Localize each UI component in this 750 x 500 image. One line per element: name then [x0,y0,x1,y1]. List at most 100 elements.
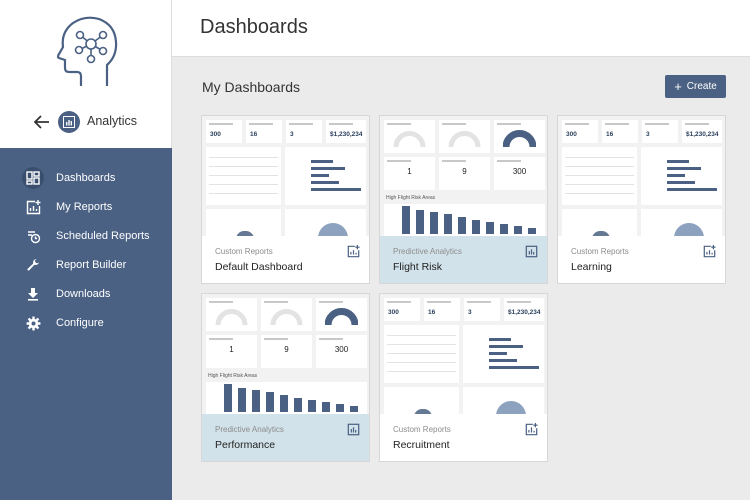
card-type: Custom Reports [571,247,629,256]
sidebar-item-configure[interactable]: Configure [0,310,172,336]
kpi-tile: $1,230,234 [504,298,544,321]
table-widget [562,147,637,205]
count-widget: 300 [494,157,545,190]
kpi-tile: 300 [562,120,598,143]
risk-areas-widget [206,382,367,414]
distribution-widget [562,209,637,236]
dashboard-card[interactable]: 300 16 3 $1,230,234 Custom Reports Learn… [557,115,726,284]
card-footer: Predictive Analytics Performance [202,414,369,461]
kpi-value: $1,230,234 [330,131,363,138]
sidebar-item-report-builder[interactable]: Report Builder [0,252,172,278]
create-label: Create [686,81,717,92]
count-value: 1 [229,345,234,354]
bar-widget [641,147,722,205]
count-widget: 9 [439,157,490,190]
count-value: 1 [407,167,412,176]
plus-icon: + [674,79,682,94]
kpi-tile: 3 [642,120,678,143]
sidebar-item-label: Report Builder [56,259,127,271]
gauge-widget [494,120,545,153]
dashboard-grid-icon [22,167,44,189]
kpi-value: 16 [606,131,614,138]
sidebar-item-scheduled-reports[interactable]: Scheduled Reports [0,223,172,249]
dashboard-card[interactable]: 1 9 300 High Flight Risk Areas Predictiv… [201,293,370,462]
kpi-tile: $1,230,234 [326,120,366,143]
kpi-value: 3 [468,309,472,316]
card-footer: Custom Reports Default Dashboard [202,236,369,283]
gauge-widget [261,298,312,331]
kpi-tile: 3 [464,298,500,321]
count-value: 9 [284,345,289,354]
count-widget: 300 [316,335,367,368]
brain-network-logo [56,16,118,86]
sidebar-item-downloads[interactable]: Downloads [0,281,172,307]
kpi-value: 16 [250,131,258,138]
table-widget [206,147,281,205]
card-type: Predictive Analytics [393,247,462,256]
kpi-value: 3 [646,131,650,138]
kpi-tile: 16 [424,298,460,321]
areas-title: High Flight Risk Areas [386,195,436,201]
dashboard-card[interactable]: 300 16 3 $1,230,234 Custom Reports Recru… [379,293,548,462]
count-value: 300 [334,345,349,354]
tenure-widget [285,209,366,236]
report-chart-icon [525,245,538,258]
kpi-tile: 16 [602,120,638,143]
kpi-value: 300 [210,131,221,138]
dashboard-card[interactable]: 300 16 3 $1,230,234 Custom Reports Defau… [201,115,370,284]
gauge-widget [316,298,367,331]
dashboard-card[interactable]: 1 9 300 High Flight Risk Areas Predictiv… [379,115,548,284]
app-switcher: Analytics [0,108,172,136]
sidebar-item-label: My Reports [56,201,113,213]
count-value: 9 [462,167,467,176]
sidebar-item-label: Dashboards [56,172,116,184]
analytics-icon [58,111,80,133]
bar-widget [463,325,544,383]
kpi-value: 3 [290,131,294,138]
card-type: Custom Reports [393,425,451,434]
wrench-icon [22,254,44,276]
kpi-value: 16 [428,309,436,316]
app-title: Analytics [87,114,138,128]
card-title: Flight Risk [393,261,443,273]
dashboard-preview-thumbnail: 300 16 3 $1,230,234 [202,116,369,236]
page-title: Dashboards [200,16,308,38]
count-widget: 1 [206,335,257,368]
report-add-icon [703,245,716,258]
sidebar: Analytics Dashboards My Reports Schedule… [0,0,172,500]
sidebar-item-label: Scheduled Reports [56,230,150,242]
sidebar-item-dashboards[interactable]: Dashboards [0,165,172,191]
card-title: Recruitment [393,439,450,451]
kpi-value: 300 [388,309,399,316]
card-footer: Predictive Analytics Flight Risk [380,236,547,283]
table-widget [384,325,459,383]
gauge-widget [206,298,257,331]
kpi-tile: 3 [286,120,322,143]
count-value: 300 [512,167,527,176]
kpi-value: $1,230,234 [508,309,541,316]
dashboard-preview-thumbnail: 300 16 3 $1,230,234 [558,116,725,236]
card-footer: Custom Reports Learning [558,236,725,283]
tenure-widget [463,387,544,414]
bar-widget [285,147,366,205]
count-widget: 1 [384,157,435,190]
sidebar-item-label: Configure [56,317,104,329]
kpi-tile: 16 [246,120,282,143]
sidebar-item-my-reports[interactable]: My Reports [0,194,172,220]
risk-areas-widget [384,204,545,236]
count-widget: 9 [261,335,312,368]
download-icon [22,283,44,305]
kpi-tile: 300 [384,298,420,321]
gear-icon [22,312,44,334]
kpi-value: $1,230,234 [686,131,719,138]
gauge-widget [384,120,435,153]
kpi-tile: 300 [206,120,242,143]
card-title: Learning [571,261,612,273]
distribution-widget [206,209,281,236]
kpi-tile: $1,230,234 [682,120,722,143]
card-title: Performance [215,439,276,451]
page-header: Dashboards [172,0,750,57]
create-button[interactable]: + Create [665,75,726,98]
card-type: Custom Reports [215,247,273,256]
back-arrow-icon[interactable] [34,115,50,129]
